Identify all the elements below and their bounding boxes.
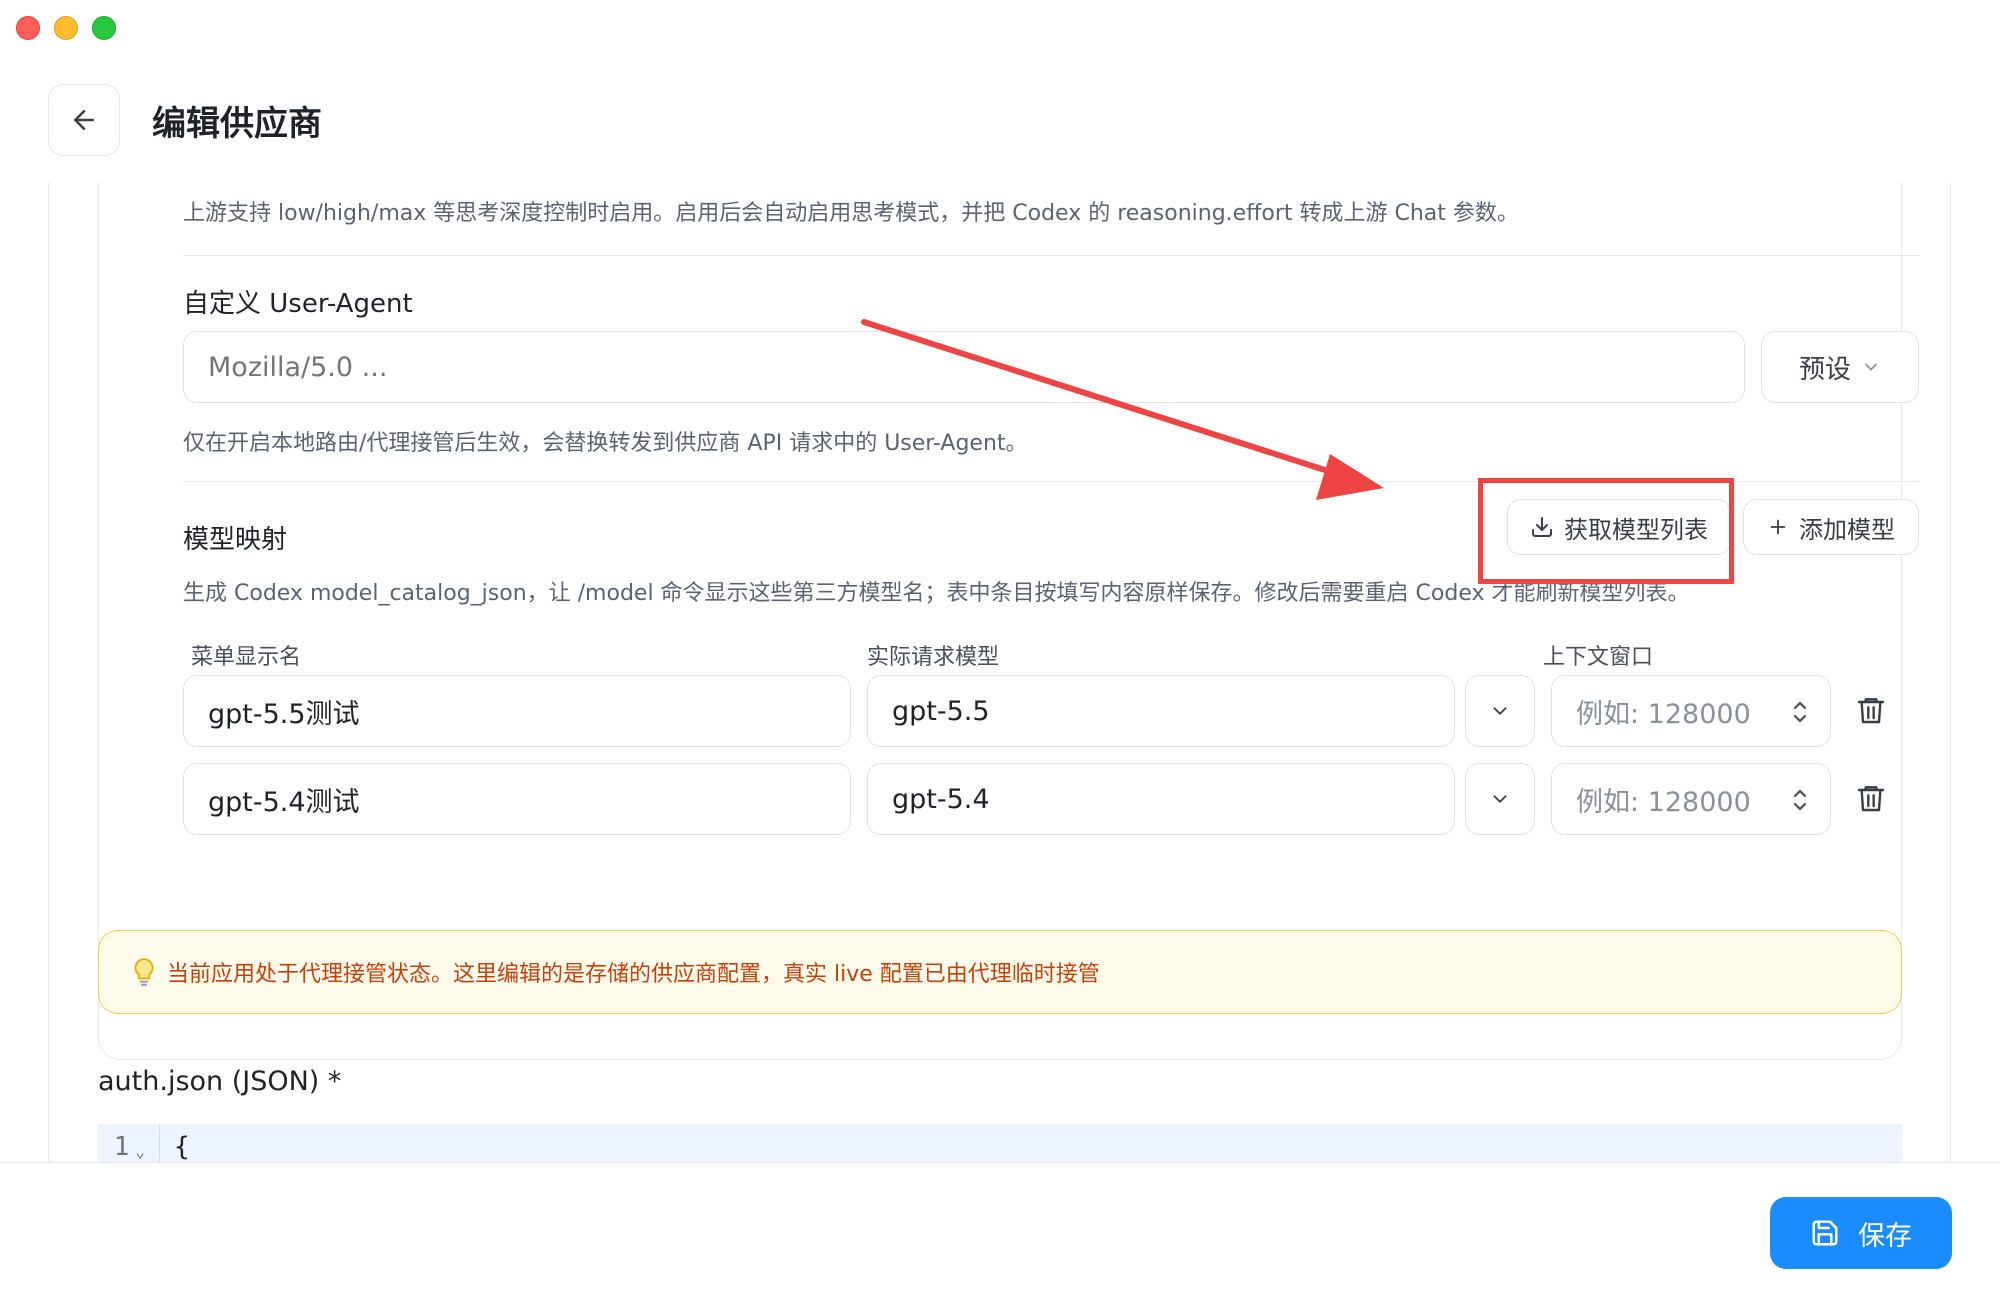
- annotation-highlight-box: [1478, 478, 1734, 584]
- annotation-arrow: [861, 319, 1384, 500]
- save-icon: [1810, 1218, 1840, 1248]
- save-button[interactable]: 保存: [1770, 1197, 1952, 1269]
- proxy-notice: 当前应用处于代理接管状态。这里编辑的是存储的供应商配置，真实 live 配置已由…: [98, 930, 1902, 1014]
- footer-bar: 保存: [0, 1162, 2000, 1300]
- notice-text: 当前应用处于代理接管状态。这里编辑的是存储的供应商配置，真实 live 配置已由…: [167, 962, 1100, 987]
- fold-chevron-icon[interactable]: ⌄: [135, 1142, 145, 1161]
- back-button[interactable]: [48, 84, 120, 156]
- auth-json-editor[interactable]: 1 ⌄ {: [98, 1124, 1902, 1162]
- lightbulb-icon: [131, 957, 157, 987]
- window-controls: [16, 16, 116, 40]
- code-line: {: [174, 1132, 190, 1162]
- minimize-window-button[interactable]: [54, 16, 78, 40]
- page-title: 编辑供应商: [152, 103, 322, 144]
- content-border-left: [48, 182, 49, 1162]
- line-number: 1: [113, 1132, 130, 1162]
- zoom-window-button[interactable]: [92, 16, 116, 40]
- page-header: 编辑供应商: [48, 84, 1952, 156]
- arrow-left-icon: [69, 105, 99, 135]
- content-border-right: [1950, 182, 1951, 1162]
- app-window: 编辑供应商 上游支持 low/high/max 等思考深度控制时启用。启用后会自…: [0, 0, 2000, 1300]
- form-scroll-area[interactable]: 上游支持 low/high/max 等思考深度控制时启用。启用后会自动启用思考模…: [48, 182, 1952, 1162]
- auth-json-label: auth.json (JSON) *: [98, 1066, 342, 1097]
- close-window-button[interactable]: [16, 16, 40, 40]
- save-label: 保存: [1858, 1220, 1912, 1252]
- line-gutter: 1 ⌄: [98, 1124, 160, 1162]
